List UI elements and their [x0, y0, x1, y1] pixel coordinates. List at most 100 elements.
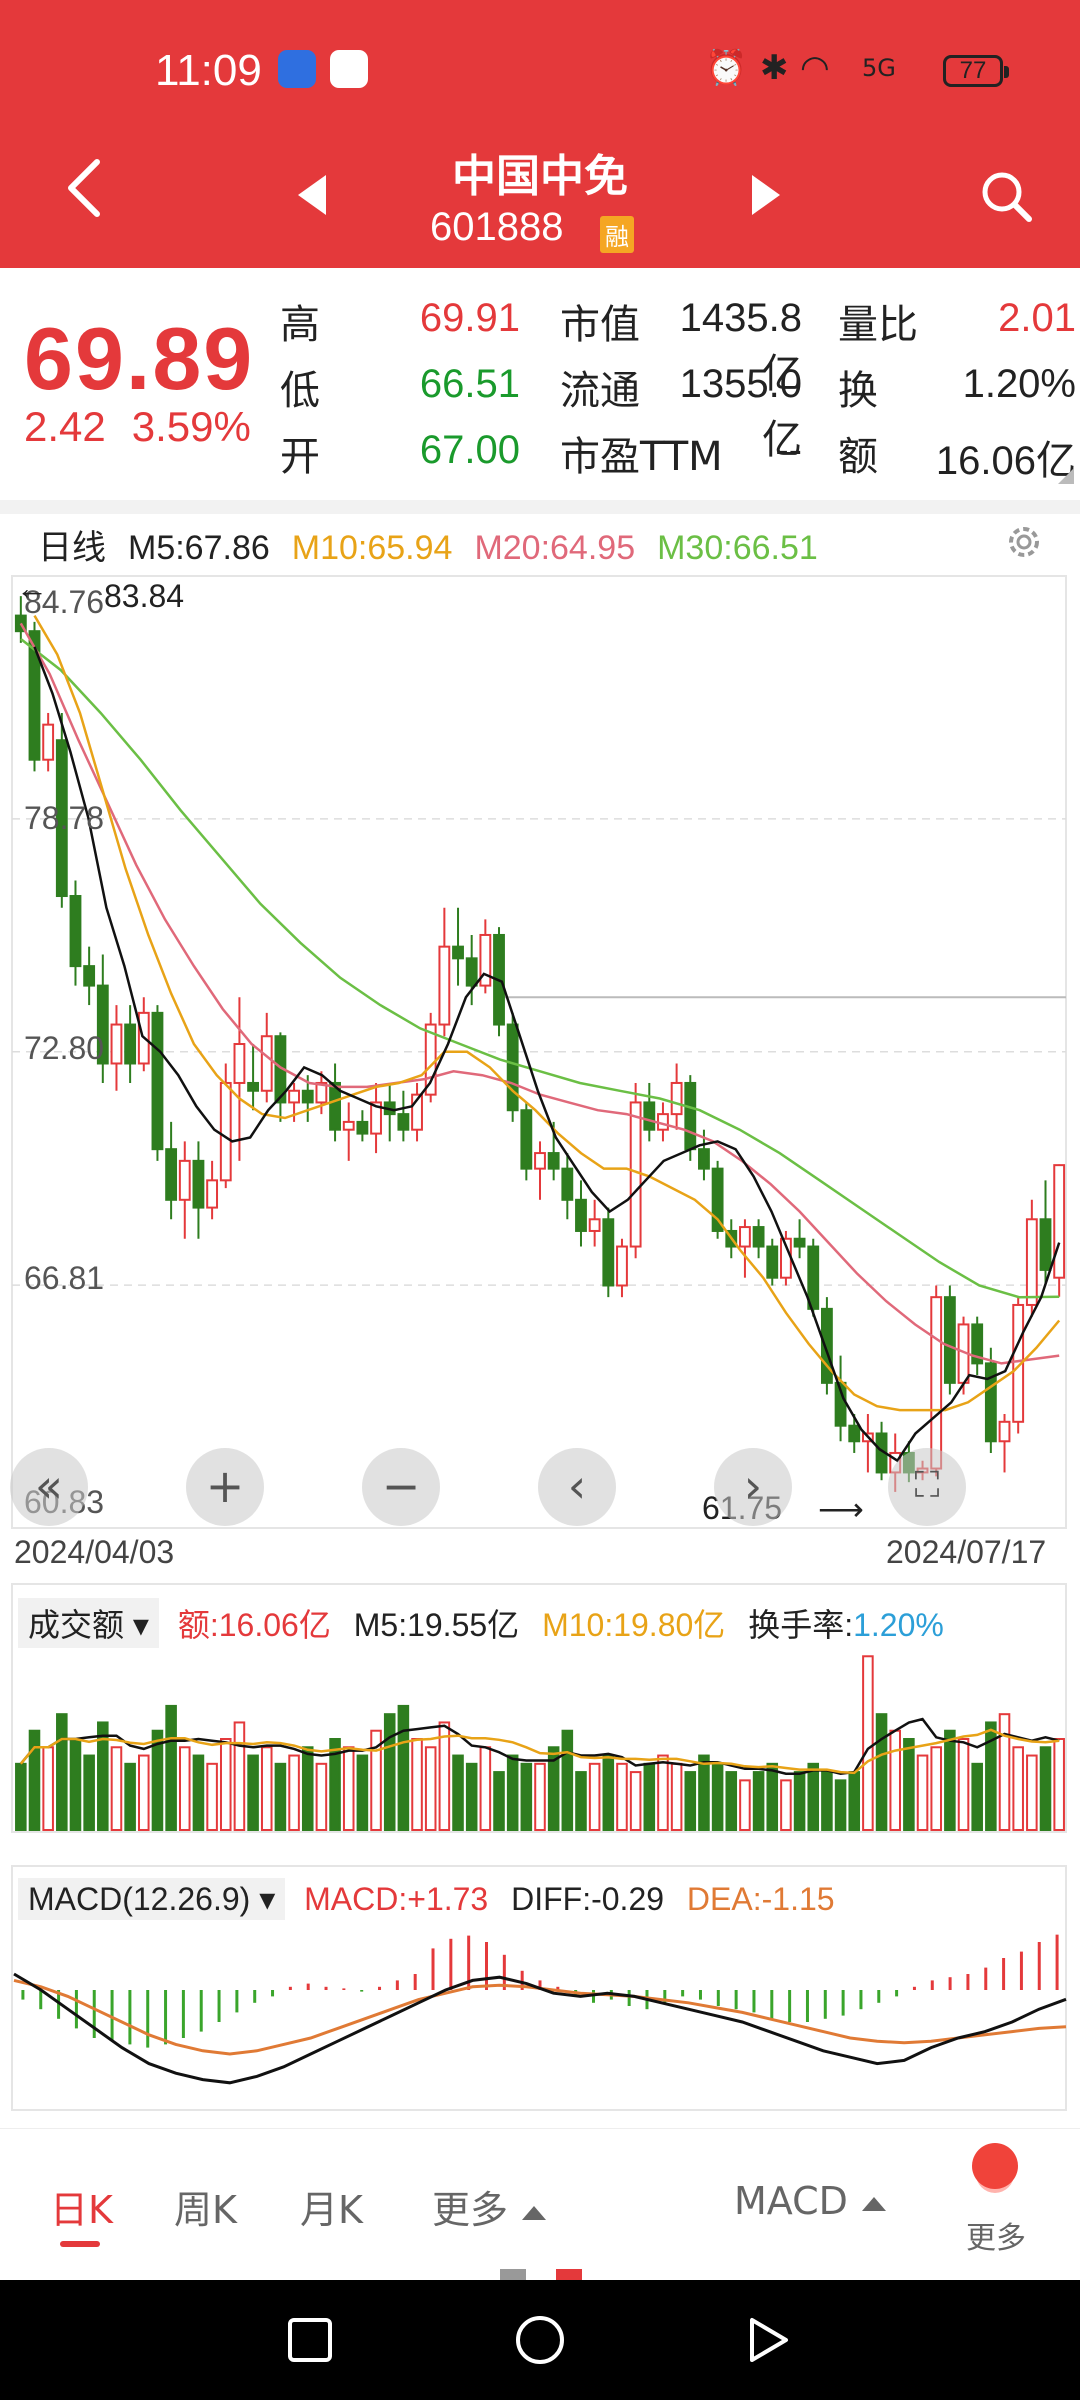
turnover-rate-label: 换手率: [748, 1607, 854, 1643]
volume-bar-up [219, 1738, 232, 1831]
volume-selector[interactable]: 成交额 ▾ [18, 1598, 159, 1648]
candle-up [1053, 1164, 1066, 1279]
volume-bar-down [192, 1754, 205, 1831]
volume-ma5: M5:19.55亿 [353, 1607, 520, 1643]
volume-bar-up [178, 1746, 191, 1831]
candle-down [69, 895, 82, 968]
volume-bar-down [848, 1771, 861, 1832]
expand-corner-icon[interactable] [1058, 468, 1074, 484]
candle-down [165, 1148, 178, 1201]
search-icon[interactable] [978, 168, 1034, 224]
more-menu-label[interactable]: 更多 [966, 2213, 1026, 2257]
volume-bar-up [1012, 1746, 1024, 1831]
volume-bar-up [479, 1746, 492, 1831]
back-icon[interactable] [65, 158, 105, 218]
amount-label: 额 [838, 434, 878, 480]
home-icon[interactable] [516, 2316, 564, 2364]
volume-bar-down [698, 1754, 710, 1831]
volume-bar-up [424, 1746, 437, 1831]
volume-bar-up [862, 1655, 874, 1831]
volume-bar-down [711, 1762, 724, 1832]
period-label[interactable]: 日线 [38, 529, 106, 567]
volume-selector-label: 成交额 [28, 1607, 125, 1643]
candle-down [356, 1120, 369, 1135]
kline-legend: 日线 M5:67.86 M10:65.94 M20:64.95 M30:66.51 [38, 520, 840, 567]
tab-more-periods[interactable]: 更多 [432, 2179, 547, 2234]
volume-bar-down [766, 1762, 779, 1832]
chat-notification-icon [330, 50, 368, 88]
volume-bar-up [780, 1779, 792, 1832]
candle-down [793, 1237, 806, 1248]
candle-down [465, 957, 478, 987]
next-stock-button[interactable] [752, 175, 780, 215]
ma30-legend: M30:66.51 [657, 529, 818, 567]
candle-down [752, 1226, 765, 1248]
status-time: 11:09 [155, 46, 262, 95]
scroll-right-button[interactable]: › [714, 1448, 792, 1526]
candle-down [943, 1296, 956, 1384]
candle-down [602, 1218, 615, 1287]
min-arrow-icon: ⟶ [818, 1491, 864, 1527]
volume-bar-down [684, 1771, 697, 1832]
volume-bar-down [465, 1762, 478, 1832]
app-notification-icon [278, 50, 316, 88]
indicator-label: MACD [734, 2179, 848, 2223]
volume-bar-up [1026, 1754, 1038, 1831]
high-value: 69.91 [419, 296, 520, 340]
more-menu-icon[interactable] [972, 2143, 1018, 2189]
candle-down [766, 1245, 779, 1279]
diff-value: DIFF:-0.29 [511, 1881, 665, 1917]
price-label-2: 78.78 [24, 800, 105, 836]
candle-down [1039, 1218, 1052, 1271]
price-label-3: 72.80 [24, 1030, 105, 1066]
volume-bar-down [247, 1754, 259, 1831]
candle-up [616, 1245, 628, 1287]
candle-down [151, 1011, 164, 1151]
candle-down [520, 1109, 533, 1170]
start-date: 2024/04/03 [14, 1534, 175, 1570]
macd-value: MACD:+1.73 [304, 1881, 489, 1917]
volume-bar-up [616, 1762, 628, 1832]
dea-value: DEA:-1.15 [686, 1881, 835, 1917]
candle-up [233, 1043, 246, 1084]
volume-bar-down [834, 1779, 847, 1832]
volume-bar-down [506, 1754, 519, 1831]
volume-bar-down [274, 1762, 287, 1832]
macd-selector[interactable]: MACD(12.26.9) ▾ [18, 1878, 286, 1920]
volume-bar-down [903, 1738, 915, 1831]
volume-bar-down [83, 1754, 95, 1831]
max-arrow-icon: ← [16, 570, 48, 606]
back-nav-icon[interactable] [750, 2318, 788, 2362]
zoom-out-button[interactable]: − [362, 1448, 440, 1526]
low-label: 低 [280, 368, 320, 414]
fullscreen-icon[interactable]: ⛶ [888, 1448, 966, 1526]
volume-bar-down [752, 1771, 765, 1832]
candle-up [178, 1159, 191, 1201]
previous-stock-button[interactable] [298, 175, 326, 215]
volume-bar-up [110, 1746, 123, 1831]
tab-month-k[interactable]: 月K [300, 2179, 363, 2234]
volume-bar-up [670, 1762, 683, 1832]
bottom-tab-bar: 日K 周K 月K 更多 MACD 更多 [0, 2128, 1080, 2281]
zoom-in-button[interactable]: + [186, 1448, 264, 1526]
candle-up [206, 1179, 219, 1209]
candle-up [438, 945, 451, 1026]
margin-trading-badge: 融 [600, 216, 634, 253]
tab-indicator-select[interactable]: MACD [734, 2179, 886, 2223]
candle-down [807, 1245, 820, 1310]
top-header: 11:09 ⏰ ✱ ◠ 5G 77 中国中免 601888 融 [0, 0, 1080, 268]
volume-bar-down [875, 1713, 888, 1831]
recent-apps-icon[interactable] [288, 2318, 332, 2362]
tab-day-k[interactable]: 日K [50, 2179, 113, 2234]
gear-icon[interactable] [1002, 520, 1046, 564]
candle-up [110, 1023, 123, 1065]
scroll-left-button[interactable]: ‹ [538, 1448, 616, 1526]
chevron-up-icon [861, 2196, 886, 2211]
volume-bar-down [971, 1762, 983, 1832]
rewind-button[interactable]: « [10, 1448, 88, 1526]
stock-name: 中国中免 [452, 151, 628, 202]
tab-week-k[interactable]: 周K [174, 2179, 237, 2234]
ma5-line [33, 646, 1061, 1463]
volume-bar-down [1039, 1746, 1052, 1831]
volume-bar-down [165, 1704, 177, 1831]
